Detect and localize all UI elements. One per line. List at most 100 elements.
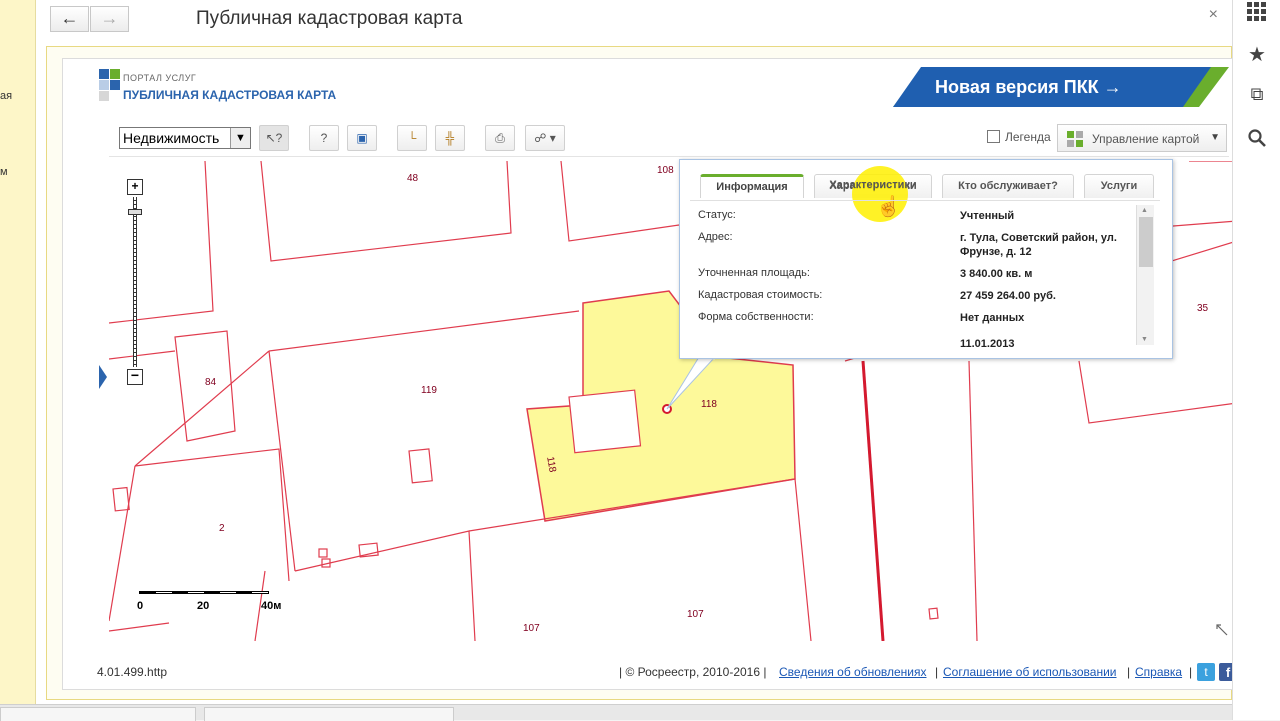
address-label: Адрес: <box>698 231 733 243</box>
scale-label-40: 40м <box>261 600 282 612</box>
parcel-label-107-left: 107 <box>523 623 540 634</box>
ownership-value: Нет данных <box>960 312 1025 324</box>
measure-icon: └ <box>407 131 417 145</box>
bottom-tab-1[interactable] <box>0 707 196 721</box>
star-icon[interactable]: ★ <box>1245 42 1269 67</box>
popup-scrollbar[interactable]: ▲ ▼ <box>1136 205 1154 345</box>
info-icon: ▣ <box>356 131 368 145</box>
address-value: г. Тула, Советский район, ул. Фрунзе, д.… <box>960 232 1117 258</box>
footer-separator-3: | <box>1189 665 1193 679</box>
popup-pointer <box>666 357 715 410</box>
portal-subtitle: ПОРТАЛ УСЛУГ <box>123 73 197 83</box>
print-icon: ⎙ <box>495 131 505 145</box>
parcel-label-119: 119 <box>421 385 437 396</box>
scroll-up-icon[interactable]: ▲ <box>1141 207 1148 214</box>
agreement-link[interactable]: Соглашение об использовании <box>943 665 1117 679</box>
new-version-label[interactable]: Новая версия ПКК → <box>935 77 1122 98</box>
zoom-in-button[interactable]: + <box>127 179 143 195</box>
updates-link[interactable]: Сведения об обновлениях <box>779 665 927 679</box>
portal-title[interactable]: ПУБЛИЧНАЯ КАДАСТРОВАЯ КАРТА <box>123 88 336 102</box>
app-window: ← → Публичная кадастровая карта × ПОРТАЛ… <box>36 0 1252 704</box>
zoom-out-button[interactable]: − <box>127 367 143 385</box>
cost-value: 27 459 264.00 руб. <box>960 290 1056 302</box>
link-button[interactable]: ☍ ▾ <box>525 125 565 151</box>
search-icon[interactable] <box>1247 128 1267 148</box>
tab-characteristics-overlay[interactable]: Характеристики <box>814 174 932 198</box>
map-control-dropdown[interactable]: Управление картой ▼ <box>1057 124 1227 152</box>
scroll-down-icon[interactable]: ▼ <box>1141 336 1148 343</box>
area-measure-icon: ╬ <box>445 131 455 145</box>
minus-icon: − <box>130 367 140 383</box>
scale-label-20: 20 <box>197 600 210 612</box>
forward-button[interactable]: → <box>90 6 129 32</box>
back-button[interactable]: ← <box>50 6 89 32</box>
area-measure-tool-button[interactable]: ╬ <box>435 125 465 151</box>
cadastral-portal: ПОРТАЛ УСЛУГ ПУБЛИЧНАЯ КАДАСТРОВАЯ КАРТА… <box>62 58 1252 690</box>
status-label: Статус: <box>698 209 736 221</box>
partial-date-value: 11.01.2013 <box>960 338 1015 348</box>
bottom-tab-2[interactable] <box>204 707 454 721</box>
title-bar: ← → Публичная кадастровая карта × <box>36 0 1232 44</box>
footer-separator-2: | <box>1127 665 1131 679</box>
footer-separator-1: | <box>935 665 939 679</box>
scale-label-0: 0 <box>137 600 144 612</box>
parcel-label-48: 48 <box>407 173 419 184</box>
identify-icon: ? <box>320 131 328 145</box>
twitter-icon[interactable]: t <box>1197 663 1215 681</box>
help-link[interactable]: Справка <box>1135 665 1182 679</box>
arrow-right-icon: → <box>100 8 119 28</box>
map-control-label: Управление картой <box>1092 132 1200 146</box>
map-toolbar: Недвижимость ▼ ↖? ? ▣ └ ╬ ⎙ ☍ ▾ Легенда … <box>109 121 1229 157</box>
copy-icon[interactable]: ⧉ <box>1245 84 1269 105</box>
scroll-thumb[interactable] <box>1139 217 1153 267</box>
grid-icon <box>1067 131 1083 147</box>
layer-select[interactable]: Недвижимость ▼ <box>119 127 251 149</box>
zoom-slider-handle[interactable] <box>128 209 142 215</box>
right-toolbar: ★ ⧉ <box>1232 0 1280 720</box>
left-strip-text-2: м <box>0 166 8 178</box>
apps-icon[interactable] <box>1247 2 1267 22</box>
close-button[interactable]: × <box>1209 6 1218 24</box>
parcel-label-84: 84 <box>205 377 217 388</box>
identify-tool-button[interactable]: ? <box>309 125 339 151</box>
copyright-text: | © Росреестр, 2010-2016 | <box>619 665 767 679</box>
bottom-tab-strip <box>0 704 1232 721</box>
scale-bar-graphic <box>139 591 269 594</box>
left-strip-text-1: ая <box>0 90 13 102</box>
tab-services[interactable]: Услуги <box>1084 174 1154 198</box>
arrow-left-icon: ← <box>60 8 79 28</box>
chevron-down-icon: ▼ <box>1210 132 1220 143</box>
area-value: 3 840.00 кв. м <box>960 268 1033 280</box>
zoom-slider-track[interactable] <box>133 197 137 367</box>
pointer-icon: ↖? <box>265 131 283 145</box>
info-tool-button[interactable]: ▣ <box>347 125 377 151</box>
chevron-down-icon: ▼ <box>230 128 250 148</box>
parcel-label-2: 2 <box>219 523 225 534</box>
portal-logo-icon <box>99 69 120 101</box>
zoom-control: + − <box>125 179 145 389</box>
close-icon: × <box>1208 6 1218 23</box>
legend-label[interactable]: Легенда <box>1005 130 1051 144</box>
ownership-label: Форма собственности: <box>698 311 814 323</box>
map-panel-toggle-icon[interactable] <box>99 365 107 389</box>
window-title: Публичная кадастровая карта <box>196 8 463 29</box>
version-text: 4.01.499.http <box>97 665 168 679</box>
scale-bar <box>139 591 269 599</box>
portal-footer: 4.01.499.http | © Росреестр, 2010-2016 |… <box>63 659 1253 689</box>
legend-checkbox[interactable] <box>987 130 1000 143</box>
plus-icon: + <box>131 179 139 193</box>
pointer-tool-button[interactable]: ↖? <box>259 125 289 151</box>
link-icon: ☍ ▾ <box>534 131 556 145</box>
tab-information[interactable]: Информация <box>700 174 804 198</box>
measure-tool-button[interactable]: └ <box>397 125 427 151</box>
layer-select-value: Недвижимость <box>123 130 220 146</box>
parcel-label-107-right: 107 <box>687 609 704 620</box>
area-label: Уточненная площадь: <box>698 267 810 279</box>
popup-body: Статус: Учтенный Адрес: г. Тула, Советск… <box>690 200 1160 348</box>
print-button[interactable]: ⎙ <box>485 125 515 151</box>
tab-who-serves[interactable]: Кто обслуживает? <box>942 174 1074 198</box>
status-value: Учтенный <box>960 210 1015 222</box>
parcel-label-108: 108 <box>657 165 674 176</box>
info-popup: Информация Характеристики Кто обслуживае… <box>679 159 1173 359</box>
parcel-label-35: 35 <box>1197 303 1209 314</box>
